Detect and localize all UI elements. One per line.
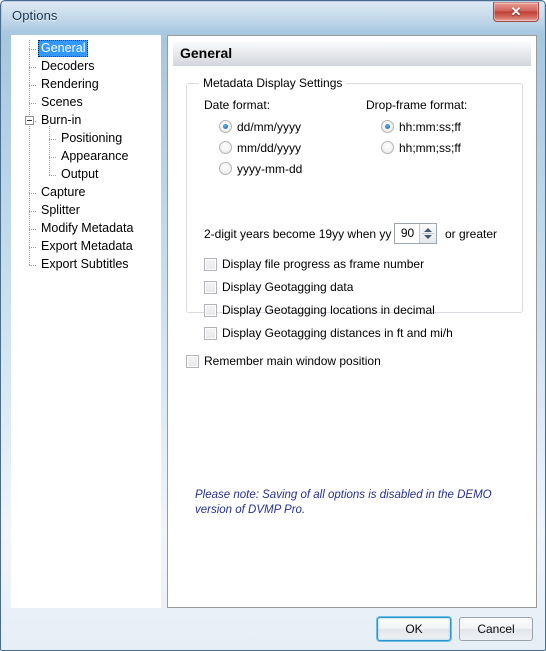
radio-label: yyyy-mm-dd — [237, 162, 303, 176]
settings-tree[interactable]: General Decoders Rendering Scenes Burn-in Pos… — [11, 35, 161, 608]
spinner-down-icon[interactable] — [424, 235, 432, 239]
sidebar-item-export-metadata[interactable]: Export Metadata — [12, 238, 160, 256]
sidebar-item-burn-in[interactable]: Burn-in — [12, 112, 160, 130]
checkbox[interactable] — [204, 304, 217, 317]
ok-button[interactable]: OK — [377, 617, 451, 641]
spinner-buttons[interactable] — [419, 224, 436, 243]
sidebar-item-capture[interactable]: Capture — [12, 184, 160, 202]
checkbox[interactable] — [204, 327, 217, 340]
title-bar[interactable]: Options ✕ — [1, 1, 545, 31]
checkbox-label: Display Geotagging distances in ft and m… — [222, 326, 453, 340]
tree-connector — [29, 265, 37, 266]
sidebar-item-label: Splitter — [41, 203, 80, 217]
tree-connector — [29, 193, 37, 194]
demo-note-text: Please note: Saving of all options is di… — [195, 489, 492, 516]
sidebar-item-label: Export Metadata — [41, 239, 133, 253]
sidebar-item-label: Appearance — [61, 149, 129, 163]
sidebar-item-label: Burn-in — [41, 113, 82, 127]
dialog-body: General Decoders Rendering Scenes Burn-in Pos… — [2, 31, 545, 650]
checkbox-label: Display Geotagging data — [222, 280, 354, 294]
remember-window-position-checkbox[interactable] — [186, 355, 199, 368]
spinner-up-icon[interactable] — [424, 228, 432, 232]
options-dialog-window: Options ✕ General Decoders Rendering Scenes… — [0, 0, 546, 651]
two-digit-year-spinner[interactable]: 90 — [394, 223, 437, 244]
two-digit-year-label-after: or greater — [445, 227, 498, 241]
tree-connector — [49, 157, 57, 158]
radio-label: hh:mm:ss;ff — [399, 120, 461, 134]
tree-connector — [29, 229, 37, 230]
radio-button[interactable] — [219, 162, 232, 175]
tree-collapse-icon[interactable] — [25, 116, 34, 125]
page-title: General — [180, 45, 233, 61]
sidebar-item-label: Capture — [41, 185, 86, 199]
sidebar-item-label: Scenes — [41, 95, 83, 109]
tree-connector — [29, 85, 37, 86]
window-title: Options — [12, 8, 58, 23]
spinner-divider — [422, 233, 434, 234]
sidebar-item-decoders[interactable]: Decoders — [12, 58, 160, 76]
tree-connector — [29, 247, 37, 248]
sidebar-item-modify-metadata[interactable]: Modify Metadata — [12, 220, 160, 238]
tree-connector — [49, 175, 57, 176]
close-button[interactable]: ✕ — [493, 2, 539, 22]
sidebar-item-label: Decoders — [41, 59, 95, 73]
radio-button[interactable] — [219, 120, 232, 133]
sidebar-item-label: Output — [61, 167, 99, 181]
sidebar-item-general[interactable]: General — [12, 40, 160, 58]
metadata-display-settings-group: Metadata Display Settings Date format: D… — [186, 76, 523, 340]
page-header: General — [173, 41, 531, 66]
radio-label: mm/dd/yyyy — [237, 141, 302, 155]
tree-connector — [29, 103, 37, 104]
sidebar-item-splitter[interactable]: Splitter — [12, 202, 160, 220]
dialog-footer: OK Cancel — [2, 608, 545, 650]
tree-connector — [29, 49, 37, 50]
settings-content-panel: General Metadata Display Settings Date f… — [167, 35, 537, 608]
remember-window-position-label: Remember main window position — [204, 354, 381, 368]
sidebar-item-export-subtitles[interactable]: Export Subtitles — [12, 256, 160, 274]
radio-label: hh;mm;ss;ff — [399, 141, 461, 155]
sidebar-item-label: Modify Metadata — [41, 221, 134, 235]
cancel-button[interactable]: Cancel — [459, 617, 533, 641]
sidebar-item-rendering[interactable]: Rendering — [12, 76, 160, 94]
sidebar-item-label: Export Subtitles — [41, 257, 129, 271]
radio-button[interactable] — [381, 120, 394, 133]
sidebar-item-label: Rendering — [41, 77, 99, 91]
sidebar-item-label: Positioning — [61, 131, 123, 145]
two-digit-year-label-before: 2-digit years become 19yy when yy is — [204, 227, 404, 241]
group-legend: Metadata Display Settings — [199, 76, 347, 90]
checkbox[interactable] — [204, 258, 217, 271]
tree-connector — [49, 139, 57, 140]
checkbox-label: Display Geotagging locations in decimal — [222, 303, 435, 317]
radio-button[interactable] — [219, 141, 232, 154]
close-icon: ✕ — [510, 4, 522, 19]
checkbox-label: Display file progress as frame number — [222, 257, 425, 271]
tree-connector — [29, 67, 37, 68]
sidebar-item-positioning[interactable]: Positioning — [12, 130, 160, 148]
checkbox[interactable] — [204, 281, 217, 294]
drop-frame-format-label: Drop-frame format: — [366, 98, 468, 112]
radio-button[interactable] — [381, 141, 394, 154]
sidebar-item-appearance[interactable]: Appearance — [12, 148, 160, 166]
sidebar-item-scenes[interactable]: Scenes — [12, 94, 160, 112]
date-format-label: Date format: — [204, 98, 271, 112]
tree-connector — [29, 211, 37, 212]
sidebar-item-output[interactable]: Output — [12, 166, 160, 184]
radio-label: dd/mm/yyyy — [237, 120, 302, 134]
sidebar-item-label: General — [38, 40, 89, 57]
two-digit-year-value[interactable]: 90 — [395, 224, 420, 243]
